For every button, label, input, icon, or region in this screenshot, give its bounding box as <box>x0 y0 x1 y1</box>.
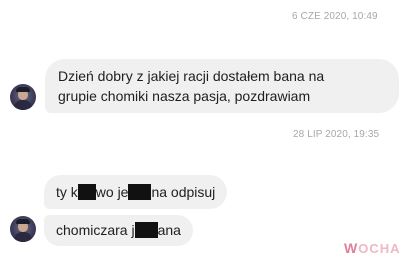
chat-page: 6 CZE 2020, 10:49 Dzień dobry z jakiej r… <box>0 0 412 262</box>
redaction-block <box>77 184 96 200</box>
redaction-block <box>128 184 152 200</box>
message-text: ty k <box>56 184 78 200</box>
message-bubble[interactable]: chomiczara j ana <box>44 215 193 246</box>
user-avatar-icon[interactable] <box>10 216 36 242</box>
message-text-line: grupie chomiki nasza pasja, pozdrawiam <box>58 88 311 104</box>
message-text-line: Dzień dobry z jakiej racji dostałem bana… <box>58 68 325 84</box>
message-bubble[interactable]: Dzień dobry z jakiej racji dostałem bana… <box>45 59 399 113</box>
message-timestamp: 6 CZE 2020, 10:49 <box>292 11 378 22</box>
watermark-letter: W <box>344 240 359 256</box>
redaction-block <box>134 222 158 238</box>
avatar-hat <box>16 219 30 224</box>
message-text: ana <box>157 222 181 238</box>
avatar-body <box>14 100 32 110</box>
message-text: chomiczara j <box>56 222 135 238</box>
watermark-text: OCHA <box>358 241 401 256</box>
message-bubble[interactable]: ty k wo je na odpisuj <box>44 175 227 209</box>
watermark-logo: WOCHA <box>344 240 401 256</box>
message-timestamp: 28 LIP 2020, 19:35 <box>293 129 380 140</box>
message-text: na odpisuj <box>151 184 216 200</box>
avatar-hat <box>16 87 30 92</box>
user-avatar-icon[interactable] <box>10 84 36 110</box>
avatar-body <box>14 232 32 242</box>
message-text: wo je <box>95 184 129 200</box>
